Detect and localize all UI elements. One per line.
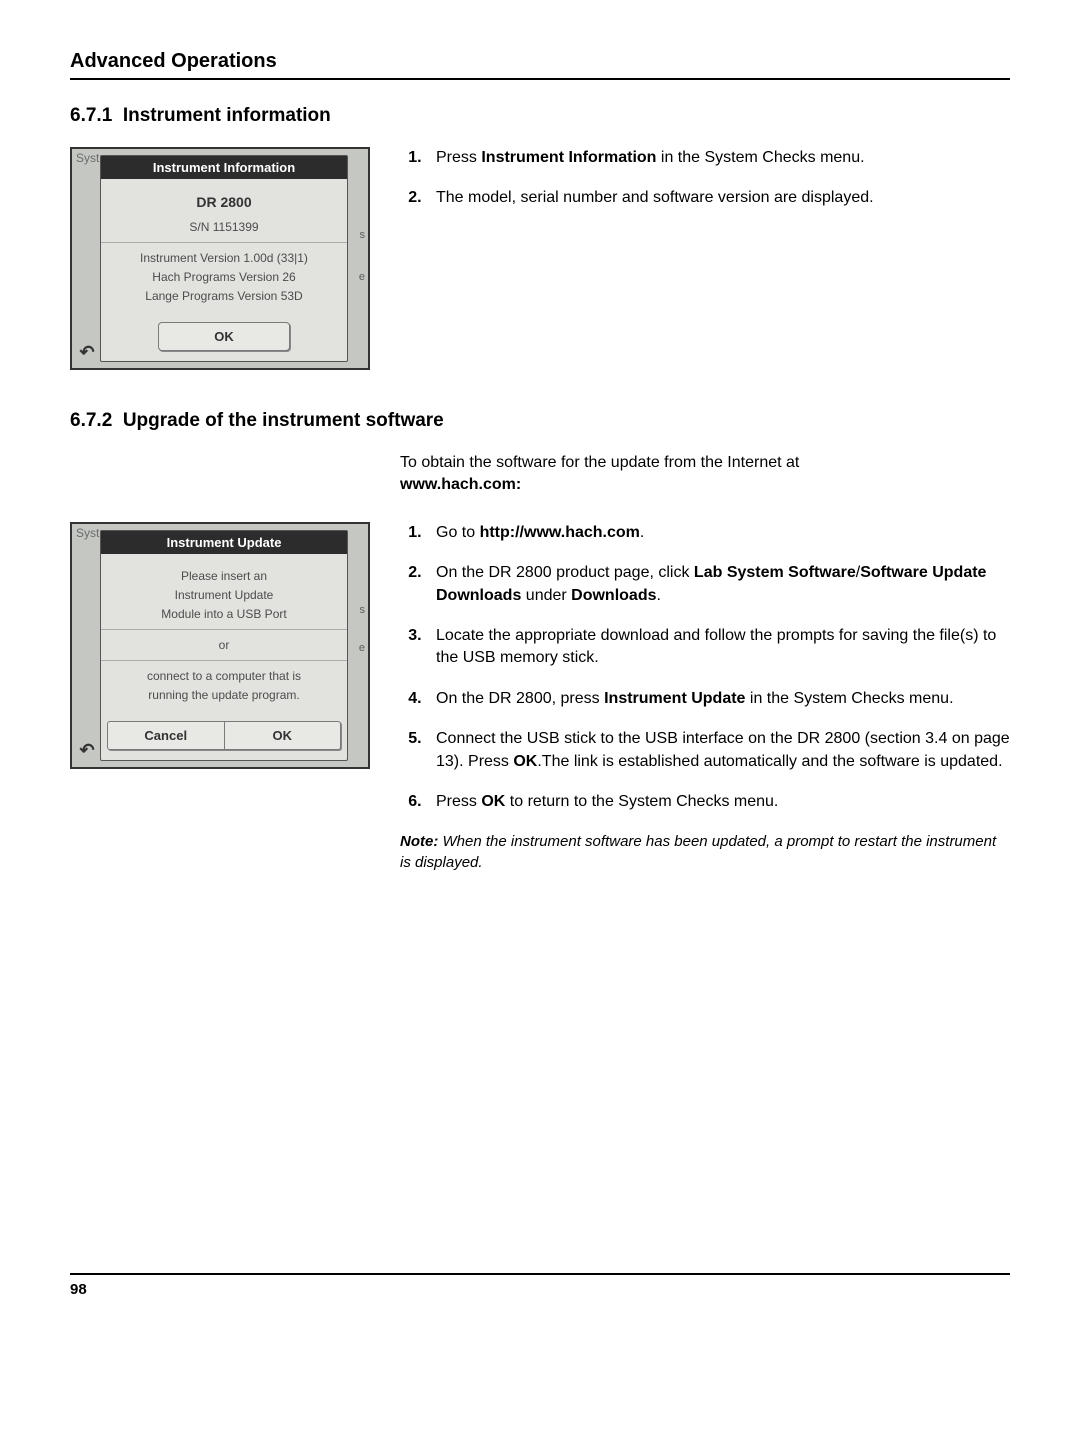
- section2-text: Go to http://www.hach.com. On the DR 280…: [400, 522, 1010, 874]
- bg-syst-label: Syst: [76, 526, 99, 540]
- text: On the DR 2800, press: [436, 690, 604, 707]
- version-line-2: Hach Programs Version 26: [107, 270, 341, 284]
- dialog-title: Instrument Information: [101, 156, 347, 179]
- section1-text: Press Instrument Information in the Syst…: [400, 147, 1010, 228]
- section-heading-671: 6.7.1 Instrument information: [70, 105, 1010, 127]
- edge-letter-s: s: [360, 604, 366, 616]
- text: under: [521, 587, 571, 604]
- update-line-1: Please insert an: [107, 569, 341, 583]
- edge-letter-e: e: [359, 271, 365, 283]
- step-3: Locate the appropriate download and foll…: [426, 625, 1010, 670]
- back-icon[interactable]: ↶: [76, 741, 98, 761]
- serial-label: S/N 1151399: [107, 220, 341, 234]
- dialog-title: Instrument Update: [101, 531, 347, 554]
- bold-url: www.hach.com:: [400, 476, 521, 493]
- text: Go to: [436, 524, 480, 541]
- back-icon[interactable]: ↶: [76, 342, 98, 362]
- section-heading-672: 6.7.2 Upgrade of the instrument software: [70, 410, 1010, 432]
- section-number: 6.7.2: [70, 410, 112, 431]
- screenshot-instrument-info: Syst s e Instrument Information DR 2800 …: [70, 147, 370, 370]
- screenshot-instrument-update: Syst s e Instrument Update Please insert…: [70, 522, 370, 769]
- instrument-info-dialog: Instrument Information DR 2800 S/N 11513…: [100, 155, 348, 362]
- text: .: [640, 524, 644, 541]
- update-line-5: running the update program.: [107, 688, 341, 702]
- step-5: Connect the USB stick to the USB interfa…: [426, 728, 1010, 773]
- ok-button[interactable]: OK: [158, 322, 290, 351]
- text: To obtain the software for the update fr…: [400, 454, 799, 471]
- note-label: Note:: [400, 833, 438, 850]
- text: in the System Checks menu.: [745, 690, 953, 707]
- step-1: Press Instrument Information in the Syst…: [426, 147, 1010, 169]
- bold-url: http://www.hach.com: [480, 524, 640, 541]
- intro-text: To obtain the software for the update fr…: [400, 452, 1010, 497]
- section-title: Instrument information: [123, 105, 331, 126]
- version-line-3: Lange Programs Version 53D: [107, 289, 341, 303]
- version-line-1: Instrument Version 1.00d (33|1): [107, 251, 341, 265]
- text: .The link is established automatically a…: [537, 753, 1002, 770]
- note-text: When the instrument software has been up…: [400, 833, 996, 871]
- step-6: Press OK to return to the System Checks …: [426, 791, 1010, 813]
- ok-button[interactable]: OK: [225, 721, 342, 750]
- model-label: DR 2800: [107, 194, 341, 210]
- update-line-2: Instrument Update: [107, 588, 341, 602]
- note: Note: When the instrument software has b…: [400, 831, 1010, 873]
- page-number: 98: [70, 1273, 1010, 1298]
- instrument-update-dialog: Instrument Update Please insert an Instr…: [100, 530, 348, 761]
- update-or: or: [107, 638, 341, 652]
- step-1: Go to http://www.hach.com.: [426, 522, 1010, 544]
- text: to return to the System Checks menu.: [505, 793, 778, 810]
- update-line-4: connect to a computer that is: [107, 669, 341, 683]
- bold-ok: OK: [481, 793, 505, 810]
- step-2: The model, serial number and software ve…: [426, 187, 1010, 209]
- bold-downloads: Downloads: [571, 587, 656, 604]
- edge-letter-s: s: [360, 229, 366, 241]
- bold-lab-system: Lab System Software: [694, 564, 856, 581]
- bold-instrument-information: Instrument Information: [481, 149, 656, 166]
- cancel-button[interactable]: Cancel: [107, 721, 225, 750]
- text: .: [657, 587, 661, 604]
- text: in the System Checks menu.: [656, 149, 864, 166]
- text: Press: [436, 149, 481, 166]
- bold-ok: OK: [513, 753, 537, 770]
- edge-letter-e: e: [359, 642, 365, 654]
- text: On the DR 2800 product page, click: [436, 564, 694, 581]
- step-4: On the DR 2800, press Instrument Update …: [426, 688, 1010, 710]
- bold-instrument-update: Instrument Update: [604, 690, 745, 707]
- step-2: On the DR 2800 product page, click Lab S…: [426, 562, 1010, 607]
- page-header: Advanced Operations: [70, 50, 1010, 80]
- text: Press: [436, 793, 481, 810]
- update-line-3: Module into a USB Port: [107, 607, 341, 621]
- section-title: Upgrade of the instrument software: [123, 410, 444, 431]
- section-number: 6.7.1: [70, 105, 112, 126]
- bg-syst-label: Syst: [76, 151, 99, 165]
